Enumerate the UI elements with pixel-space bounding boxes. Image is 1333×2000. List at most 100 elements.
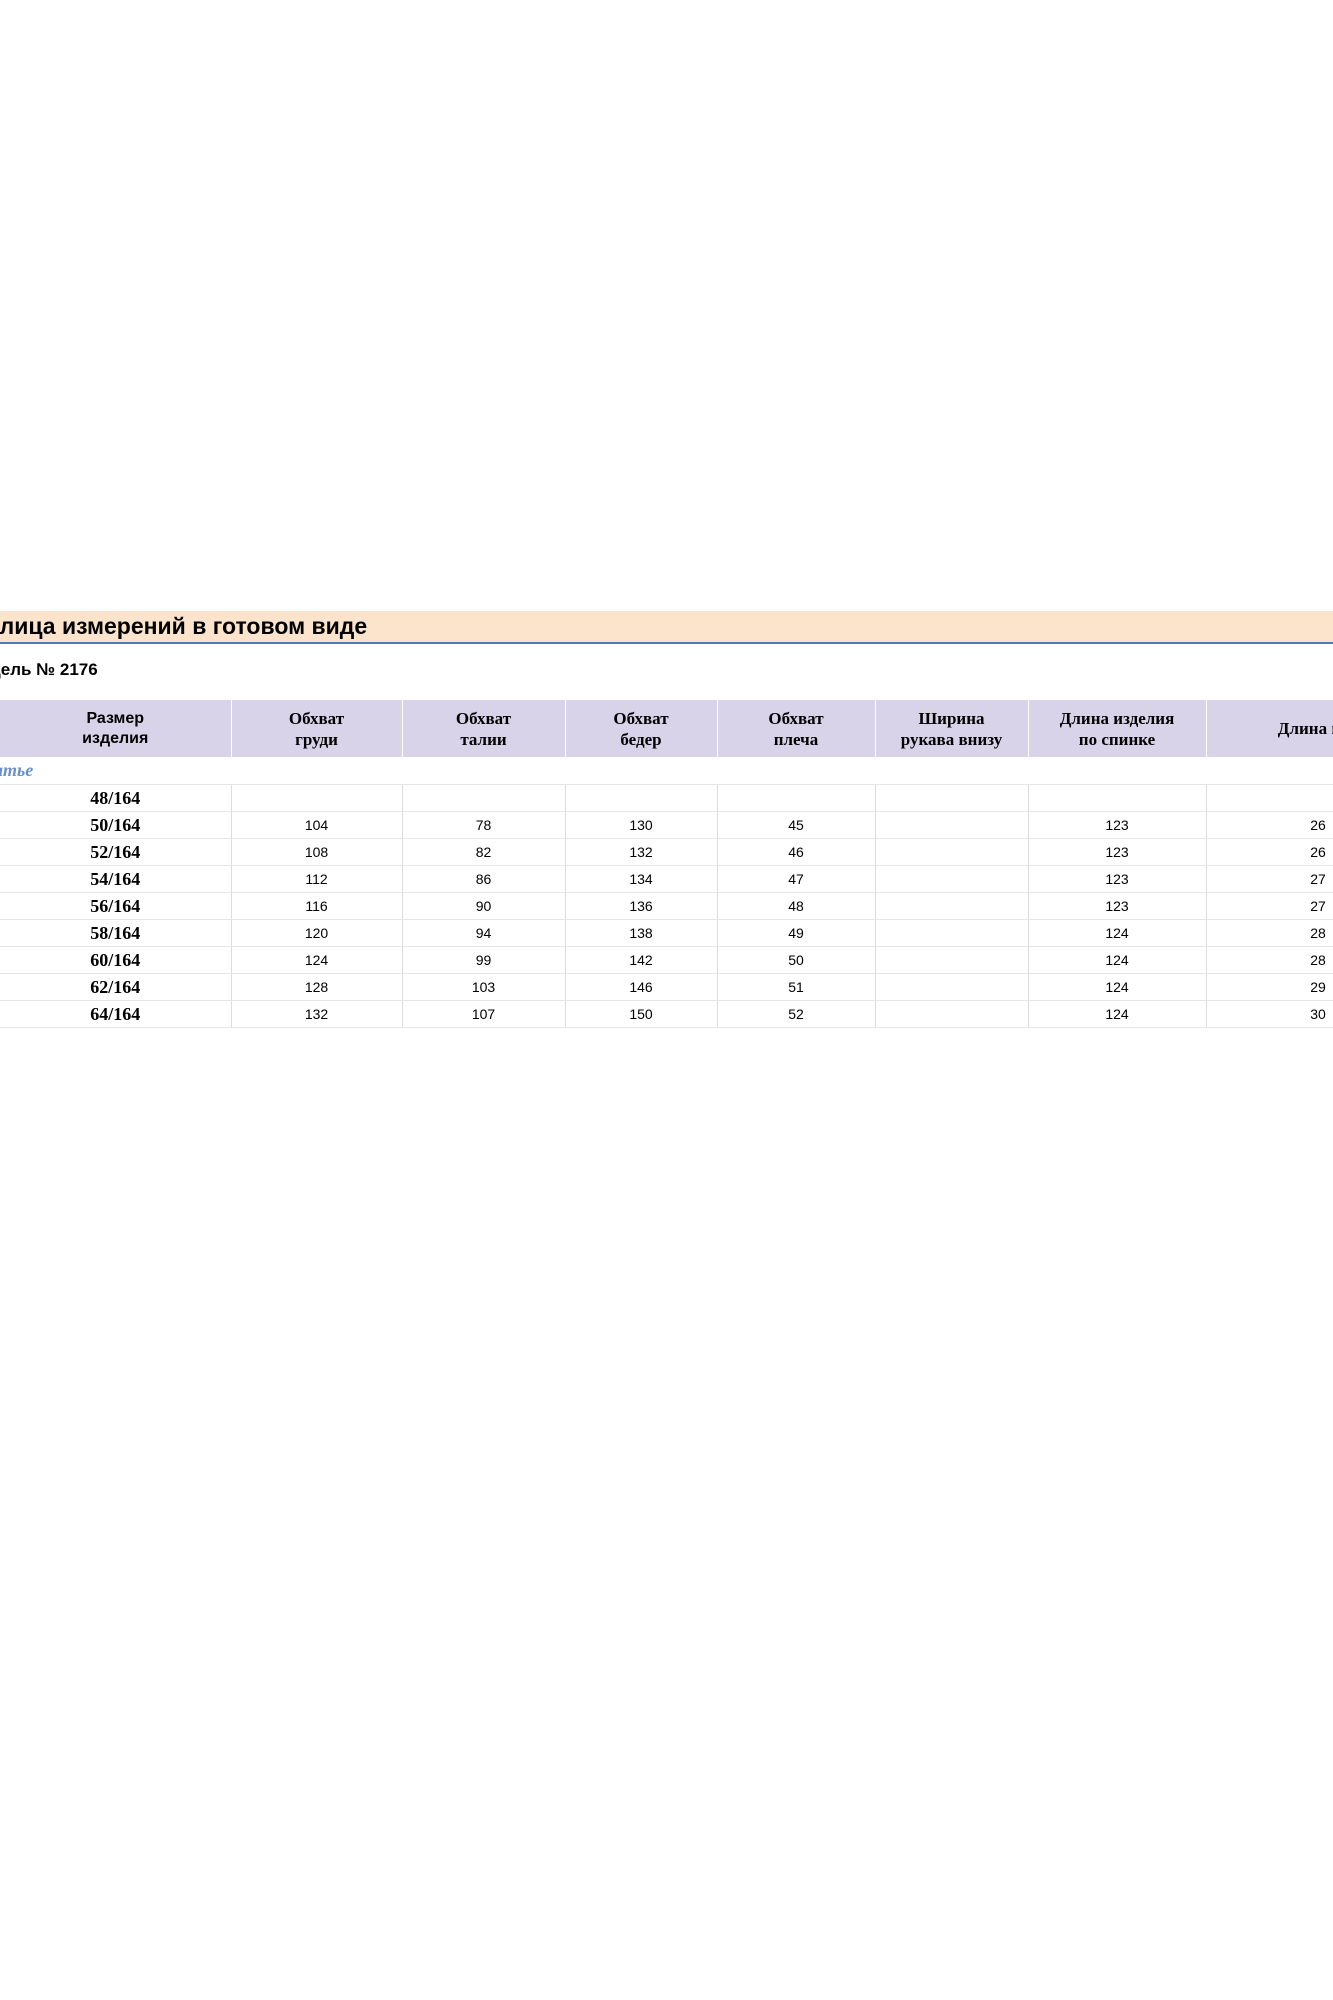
title-bar: блица измерений в готовом виде xyxy=(0,611,1333,644)
cell-waist xyxy=(402,784,566,812)
cell-upper-arm: 45 xyxy=(717,811,876,839)
cell-back-length: 123 xyxy=(1028,838,1207,866)
cell-upper-arm xyxy=(717,784,876,812)
cell-size: 48/164 xyxy=(0,784,232,812)
cell-back-length xyxy=(1028,784,1207,812)
cell-shoulder-length: 27 xyxy=(1206,892,1333,920)
cell-size: 60/164 xyxy=(0,946,232,974)
cell-chest: 116 xyxy=(231,892,403,920)
table-row: 60/164 124 99 142 50 124 28 xyxy=(0,946,1333,974)
header-sleeve-width-line1: Ширина xyxy=(918,708,985,728)
cell-upper-arm: 51 xyxy=(717,973,876,1001)
cell-hips: 150 xyxy=(565,1000,718,1028)
section-label: атье xyxy=(0,760,34,780)
header-size-line2: изделия xyxy=(82,729,149,747)
cell-waist: 82 xyxy=(402,838,566,866)
cell-hips: 142 xyxy=(565,946,718,974)
header-sleeve-width-line2: рукава внизу xyxy=(900,729,1003,749)
cell-hips xyxy=(565,784,718,812)
cell-shoulder-length: 28 xyxy=(1206,946,1333,974)
cell-waist: 107 xyxy=(402,1000,566,1028)
cell-sleeve-width xyxy=(875,811,1029,839)
cell-chest: 132 xyxy=(231,1000,403,1028)
cell-back-length: 123 xyxy=(1028,865,1207,893)
header-shoulder-length-line1: Длина пле xyxy=(1277,719,1333,738)
table-row: 62/164 128 103 146 51 124 29 xyxy=(0,973,1333,1001)
cell-back-length: 124 xyxy=(1028,1000,1207,1028)
table-row: 48/164 xyxy=(0,784,1333,812)
cell-chest xyxy=(231,784,403,812)
cell-sleeve-width xyxy=(875,892,1029,920)
measurements-table: Размер изделия Обхват груди Обхват талии Об… xyxy=(0,700,1333,1028)
cell-sleeve-width xyxy=(875,865,1029,893)
cell-shoulder-length: 28 xyxy=(1206,919,1333,947)
cell-waist: 99 xyxy=(402,946,566,974)
cell-shoulder-length: 29 xyxy=(1206,973,1333,1001)
model-number: дель № 2176 xyxy=(0,660,98,679)
table-row: 54/164 112 86 134 47 123 27 xyxy=(0,865,1333,893)
cell-shoulder-length: 26 xyxy=(1206,811,1333,839)
cell-upper-arm: 49 xyxy=(717,919,876,947)
header-back-length: Длина изделия по спинке xyxy=(1028,700,1207,757)
cell-sleeve-width xyxy=(875,946,1029,974)
cell-shoulder-length xyxy=(1206,784,1333,812)
cell-size: 52/164 xyxy=(0,838,232,866)
header-chest: Обхват груди xyxy=(231,700,403,757)
cell-back-length: 124 xyxy=(1028,919,1207,947)
cell-back-length: 123 xyxy=(1028,892,1207,920)
table-row: 52/164 108 82 132 46 123 26 xyxy=(0,838,1333,866)
header-waist: Обхват талии xyxy=(402,700,566,757)
cell-upper-arm: 52 xyxy=(717,1000,876,1028)
table-row: 50/164 104 78 130 45 123 26 xyxy=(0,811,1333,839)
cell-waist: 94 xyxy=(402,919,566,947)
header-shoulder-length: Длина пле xyxy=(1206,700,1333,757)
header-waist-line2: талии xyxy=(460,729,507,749)
cell-waist: 86 xyxy=(402,865,566,893)
cell-hips: 146 xyxy=(565,973,718,1001)
cell-upper-arm: 50 xyxy=(717,946,876,974)
cell-size: 58/164 xyxy=(0,919,232,947)
cell-size: 64/164 xyxy=(0,1000,232,1028)
cell-back-length: 124 xyxy=(1028,946,1207,974)
table-row: 56/164 116 90 136 48 123 27 xyxy=(0,892,1333,920)
cell-upper-arm: 47 xyxy=(717,865,876,893)
cell-shoulder-length: 30 xyxy=(1206,1000,1333,1028)
cell-chest: 104 xyxy=(231,811,403,839)
cell-shoulder-length: 26 xyxy=(1206,838,1333,866)
header-sleeve-width: Ширина рукава внизу xyxy=(875,700,1029,757)
cell-size: 56/164 xyxy=(0,892,232,920)
cell-waist: 90 xyxy=(402,892,566,920)
cell-waist: 103 xyxy=(402,973,566,1001)
cell-hips: 134 xyxy=(565,865,718,893)
measurements-table-container: Размер изделия Обхват груди Обхват талии Об… xyxy=(0,700,1333,1028)
header-size-line1: Размер xyxy=(86,709,145,727)
header-hips: Обхват бедер xyxy=(565,700,718,757)
cell-upper-arm: 48 xyxy=(717,892,876,920)
cell-sleeve-width xyxy=(875,838,1029,866)
cell-sleeve-width xyxy=(875,973,1029,1001)
table-row: 58/164 120 94 138 49 124 28 xyxy=(0,919,1333,947)
cell-sleeve-width xyxy=(875,1000,1029,1028)
header-back-length-line1: Длина изделия xyxy=(1059,708,1175,728)
header-chest-line1: Обхват xyxy=(288,708,345,728)
cell-size: 54/164 xyxy=(0,865,232,893)
section-row: атье xyxy=(0,757,1333,785)
cell-chest: 112 xyxy=(231,865,403,893)
table-body: атье 48/16450/16410478130451232652/16410… xyxy=(0,757,1333,1028)
header-hips-line2: бедер xyxy=(620,729,662,749)
cell-back-length: 124 xyxy=(1028,973,1207,1001)
cell-shoulder-length: 27 xyxy=(1206,865,1333,893)
header-upper-arm-line1: Обхват xyxy=(768,708,824,728)
cell-sleeve-width xyxy=(875,784,1029,812)
cell-back-length: 123 xyxy=(1028,811,1207,839)
header-upper-arm-line2: плеча xyxy=(773,729,819,749)
header-chest-line2: груди xyxy=(295,729,338,749)
cell-size: 50/164 xyxy=(0,811,232,839)
header-waist-line1: Обхват xyxy=(455,708,512,728)
cell-upper-arm: 46 xyxy=(717,838,876,866)
cell-chest: 120 xyxy=(231,919,403,947)
cell-waist: 78 xyxy=(402,811,566,839)
cell-hips: 130 xyxy=(565,811,718,839)
header-hips-line1: Обхват xyxy=(613,708,669,728)
cell-hips: 132 xyxy=(565,838,718,866)
